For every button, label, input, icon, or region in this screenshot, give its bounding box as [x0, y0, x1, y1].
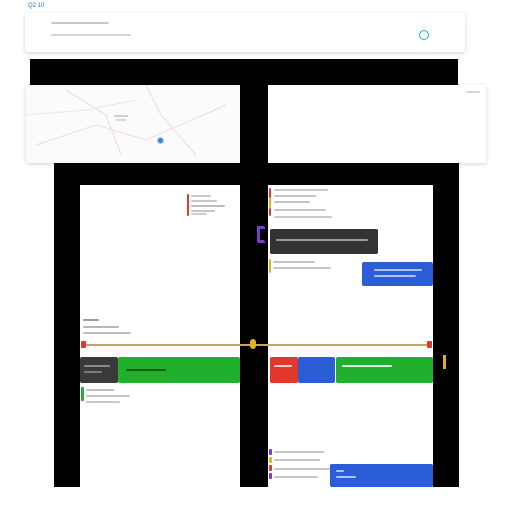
- bottom-blue-bubble[interactable]: [330, 464, 433, 487]
- dark-action-block[interactable]: [80, 357, 118, 383]
- bracket-icon: [269, 473, 272, 479]
- bubble-text-line: [374, 275, 416, 277]
- blue-action-button[interactable]: [298, 357, 335, 383]
- green-action-button[interactable]: [118, 357, 240, 383]
- header-line: [51, 34, 131, 36]
- frame-right: [433, 163, 459, 487]
- bubble-text-line: [336, 476, 356, 478]
- timeline-line: [84, 344, 432, 346]
- bracket-icon: [269, 465, 272, 471]
- bubble-text-line: [276, 239, 368, 241]
- green-action-button-right[interactable]: [336, 357, 433, 383]
- timeline-node-icon[interactable]: [250, 339, 256, 349]
- timeline-node-icon[interactable]: [81, 341, 86, 348]
- bracket-icon: [187, 194, 189, 216]
- list-line: [84, 371, 102, 373]
- blue-message-bubble[interactable]: [362, 262, 433, 286]
- list-line: [273, 267, 331, 269]
- list-line: [274, 468, 330, 470]
- list-line: [273, 261, 315, 263]
- list-line: [83, 326, 119, 328]
- list-line: [86, 395, 130, 397]
- list-line: [274, 195, 316, 197]
- right-doc-panel[interactable]: [258, 185, 433, 487]
- bracket-icon: [269, 198, 271, 208]
- list-line: [191, 205, 225, 207]
- list-line: [274, 476, 318, 478]
- bracket-icon: [269, 457, 272, 463]
- bracket-icon: [269, 259, 271, 273]
- bracket-icon: [269, 449, 272, 455]
- corner-label: [466, 91, 480, 93]
- list-line: [274, 451, 324, 453]
- app-title: Q2 10: [28, 3, 45, 9]
- frame-left: [54, 163, 80, 487]
- list-line: [86, 401, 120, 403]
- list-line: [191, 210, 215, 212]
- map-roads: [26, 85, 227, 156]
- list-line: [274, 209, 326, 211]
- list-line: [191, 213, 207, 215]
- list-line: [274, 189, 328, 191]
- timeline-marker-icon: [443, 355, 446, 369]
- bracket-icon: [257, 226, 264, 242]
- list-line: [191, 200, 217, 202]
- list-line: [191, 195, 211, 197]
- list-line: [86, 389, 114, 391]
- frame-mid-band: [54, 163, 459, 185]
- list-line: [274, 459, 320, 461]
- header-card[interactable]: [25, 13, 465, 52]
- button-label-line: [274, 365, 292, 367]
- bracket-icon: [269, 188, 271, 198]
- button-label-line: [126, 369, 166, 371]
- right-top-panel[interactable]: [268, 85, 486, 163]
- list-line: [83, 319, 99, 321]
- frame-divider: [240, 59, 268, 487]
- list-line: [274, 201, 310, 203]
- timeline-node-icon[interactable]: [427, 341, 432, 348]
- left-doc-panel[interactable]: [80, 185, 240, 487]
- bracket-icon: [81, 387, 84, 401]
- dark-message-bubble[interactable]: [270, 229, 378, 254]
- list-line: [84, 365, 110, 367]
- status-dot-icon[interactable]: [419, 30, 429, 40]
- red-action-button[interactable]: [270, 357, 298, 383]
- map-panel[interactable]: [26, 85, 240, 163]
- bubble-text-line: [374, 269, 422, 271]
- bracket-icon: [269, 208, 271, 216]
- header-line: [51, 22, 109, 24]
- list-line: [83, 332, 131, 334]
- button-label-line: [342, 365, 392, 367]
- bubble-text-line: [336, 470, 344, 472]
- list-line: [274, 216, 332, 218]
- map-pin-icon[interactable]: [157, 137, 164, 144]
